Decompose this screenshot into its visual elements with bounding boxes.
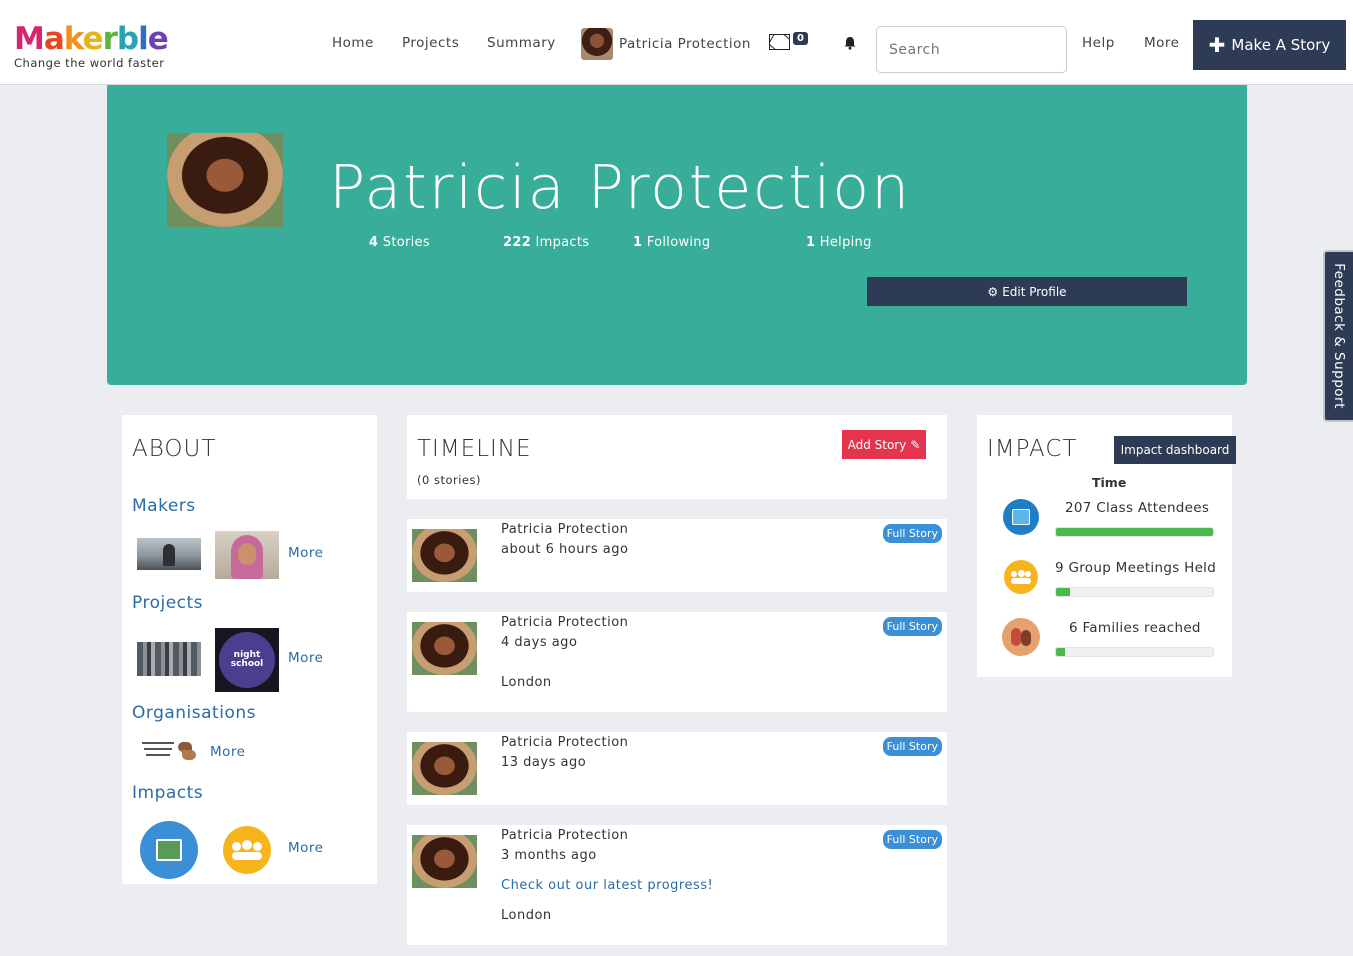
feedback-support-label: Feedback & Support	[1331, 263, 1347, 409]
timeline-post: Patricia Protection about 6 hours ago Fu…	[407, 519, 947, 592]
post-author[interactable]: Patricia Protection	[501, 522, 628, 537]
projects-more-link[interactable]: More	[288, 650, 323, 666]
post-author[interactable]: Patricia Protection	[501, 828, 628, 843]
make-a-story-button[interactable]: ✚ Make A Story	[1193, 20, 1346, 70]
timeline-post: Patricia Protection 3 months ago Check o…	[407, 825, 947, 945]
gear-icon: ⚙	[987, 284, 999, 299]
avatar	[581, 28, 613, 60]
impacts-more-link[interactable]: More	[288, 840, 323, 856]
pencil-icon: ✎	[910, 437, 921, 452]
edit-profile-button[interactable]: ⚙ Edit Profile	[867, 277, 1187, 306]
impact-group-label: Time	[1092, 475, 1127, 490]
post-link[interactable]: Check out our latest progress!	[501, 878, 713, 893]
organisation-logo[interactable]	[140, 740, 176, 764]
makers-more-link[interactable]: More	[288, 545, 323, 561]
post-location: London	[501, 908, 552, 923]
nav-user-profile[interactable]: Patricia Protection	[581, 28, 751, 60]
about-projects-heading[interactable]: Projects	[132, 593, 203, 613]
timeline-title: TIMELINE	[417, 436, 532, 462]
group-impact-icon[interactable]	[223, 826, 271, 874]
plus-icon: ✚	[1208, 33, 1226, 57]
stat-helping[interactable]: 1 Helping	[806, 235, 872, 250]
about-title: ABOUT	[132, 436, 217, 462]
stat-stories[interactable]: 4 Stories	[369, 235, 430, 250]
timeline-story-count: (0 stories)	[417, 473, 481, 487]
maker-face	[238, 543, 256, 565]
calendar-icon	[156, 839, 182, 861]
full-story-button[interactable]: Full Story	[882, 830, 942, 849]
people-icon	[232, 840, 262, 860]
full-story-button[interactable]: Full Story	[882, 737, 942, 756]
calendar-impact-icon[interactable]	[140, 821, 198, 879]
maker-silhouette	[163, 544, 175, 566]
make-a-story-label: Make A Story	[1231, 36, 1331, 54]
post-avatar[interactable]	[412, 529, 477, 582]
add-story-button[interactable]: Add Story ✎	[842, 430, 926, 459]
post-author[interactable]: Patricia Protection	[501, 615, 628, 630]
post-time: 4 days ago	[501, 635, 578, 650]
about-organisations-heading[interactable]: Organisations	[132, 703, 256, 723]
edit-profile-label: Edit Profile	[1002, 284, 1067, 299]
impact-dashboard-button[interactable]: Impact dashboard	[1114, 436, 1236, 464]
profile-name: Patricia Protection	[329, 153, 912, 223]
impact-item-label: 9 Group Meetings Held	[1055, 560, 1217, 576]
timeline-post: Patricia Protection 13 days ago Full Sto…	[407, 732, 947, 805]
calendar-icon	[1012, 509, 1030, 525]
project-thumbnail-night-school[interactable]: night school	[215, 628, 279, 692]
nav-user-name: Patricia Protection	[619, 36, 751, 52]
impact-progress-bar	[1055, 647, 1214, 657]
impact-item-label: 207 Class Attendees	[1065, 500, 1210, 516]
post-time: 13 days ago	[501, 755, 587, 770]
logo-wordmark: Makerble	[14, 21, 169, 57]
project-thumbnail[interactable]	[137, 642, 201, 676]
nav-home[interactable]: Home	[332, 35, 374, 51]
full-story-button[interactable]: Full Story	[882, 524, 942, 543]
post-avatar[interactable]	[412, 742, 477, 795]
nav-summary[interactable]: Summary	[487, 35, 556, 51]
makerble-logo[interactable]: Makerble Change the world faster	[14, 21, 169, 70]
people-icon	[1011, 570, 1031, 584]
messages-count-badge: 0	[793, 32, 808, 45]
add-story-label: Add Story	[847, 437, 907, 452]
profile-avatar	[167, 133, 283, 227]
group-impact-icon	[1004, 560, 1038, 594]
post-time: 3 months ago	[501, 848, 597, 863]
calendar-impact-icon	[1003, 499, 1039, 535]
impact-progress-fill	[1056, 528, 1213, 536]
feedback-support-tab[interactable]: Feedback & Support	[1323, 250, 1353, 422]
stat-following[interactable]: 1 Following	[633, 235, 710, 250]
impact-item-label: 6 Families reached	[1069, 620, 1201, 636]
timeline-post: Patricia Protection 4 days ago London Fu…	[407, 612, 947, 712]
bell-icon[interactable]	[843, 36, 857, 50]
envelope-icon	[769, 34, 790, 50]
nav-more[interactable]: More	[1144, 35, 1179, 51]
impact-title: IMPACT	[987, 436, 1078, 462]
post-location: London	[501, 675, 552, 690]
about-impacts-heading[interactable]: Impacts	[132, 783, 203, 803]
post-time: about 6 hours ago	[501, 542, 629, 557]
organisations-more-link[interactable]: More	[210, 744, 245, 760]
impact-progress-fill	[1056, 588, 1071, 596]
night-school-logo: night school	[219, 632, 275, 688]
impact-progress-bar	[1055, 587, 1214, 597]
post-avatar[interactable]	[412, 622, 477, 675]
impact-progress-bar	[1055, 527, 1214, 537]
maker-thumbnail[interactable]	[215, 531, 279, 579]
full-story-button[interactable]: Full Story	[882, 617, 942, 636]
nav-projects[interactable]: Projects	[402, 35, 459, 51]
about-makers-heading[interactable]: Makers	[132, 496, 196, 516]
search-input[interactable]	[876, 26, 1067, 73]
impact-progress-fill	[1056, 648, 1066, 656]
logo-tagline: Change the world faster	[14, 56, 165, 70]
profile-hero: Patricia Protection 4 Stories 222 Impact…	[107, 85, 1247, 385]
nav-help[interactable]: Help	[1082, 35, 1115, 51]
top-navbar: Makerble Change the world faster Home Pr…	[0, 0, 1353, 85]
stat-impacts[interactable]: 222 Impacts	[503, 235, 589, 250]
hands-icon[interactable]	[176, 740, 198, 764]
post-author[interactable]: Patricia Protection	[501, 735, 628, 750]
messages-button[interactable]: 0	[769, 32, 808, 50]
maker-thumbnail[interactable]	[137, 538, 201, 570]
families-impact-icon	[1002, 618, 1040, 656]
post-avatar[interactable]	[412, 835, 477, 888]
